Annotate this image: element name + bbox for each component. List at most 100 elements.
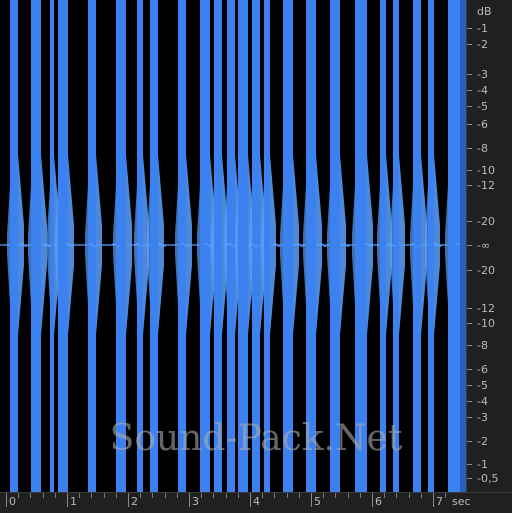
time-minor-tick	[165, 493, 166, 498]
db-tick	[467, 478, 472, 479]
db-label: -1	[477, 458, 488, 471]
db-label: -5	[477, 379, 488, 392]
db-label: -12	[477, 302, 495, 315]
time-minor-tick	[262, 493, 263, 498]
waveform-decay	[340, 155, 346, 335]
waveform-burst	[58, 0, 68, 492]
db-label: -12	[477, 179, 495, 192]
time-minor-tick	[274, 493, 275, 498]
time-minor-tick	[238, 493, 239, 498]
time-label: 6	[375, 495, 382, 508]
db-label: -2	[477, 38, 488, 51]
time-minor-tick	[348, 493, 349, 498]
time-unit-label: sec	[452, 495, 471, 508]
time-tick	[311, 493, 312, 507]
db-label: -20	[477, 264, 495, 277]
waveform-attack	[7, 185, 10, 305]
time-tick	[433, 493, 434, 507]
waveform-decay	[158, 155, 164, 335]
time-minor-tick	[30, 493, 31, 498]
waveform-burst	[31, 0, 41, 492]
time-ruler[interactable]: sec 0 1 2 3 4 5 6 7	[0, 492, 512, 513]
db-label: -4	[477, 395, 488, 408]
time-minor-tick	[201, 493, 202, 498]
audio-editor: dB -1 -2 -3 -4 -5 -6 -8 -10 -12 -20 -∞ -20 -12 -10 -8-…	[0, 0, 512, 513]
time-tick	[372, 493, 373, 507]
time-minor-tick	[104, 493, 105, 498]
time-minor-tick	[213, 493, 214, 498]
db-unit-label: dB	[477, 5, 492, 18]
db-tick	[467, 148, 472, 149]
waveform-canvas[interactable]	[0, 0, 466, 492]
waveform-burst	[306, 0, 316, 492]
time-minor-tick	[335, 493, 336, 498]
waveform-burst	[428, 0, 434, 492]
time-label: 2	[131, 495, 138, 508]
db-tick	[467, 245, 472, 246]
time-minor-tick	[360, 493, 361, 498]
db-tick	[467, 345, 472, 346]
waveform-attack	[445, 185, 448, 305]
waveform-burst	[178, 0, 186, 492]
db-label: -3	[477, 411, 488, 424]
waveform-attack	[377, 185, 380, 305]
db-tick	[467, 270, 472, 271]
waveform-burst	[238, 0, 248, 492]
db-label: -20	[477, 215, 495, 228]
time-minor-tick	[43, 493, 44, 498]
db-label: -8	[477, 142, 488, 155]
time-minor-tick	[140, 493, 141, 498]
waveform-burst	[355, 0, 367, 492]
db-tick	[467, 28, 472, 29]
time-tick	[6, 493, 7, 507]
time-minor-tick	[152, 493, 153, 498]
db-label: -8	[477, 339, 488, 352]
waveform-view[interactable]	[0, 0, 466, 492]
time-label: 0	[9, 495, 16, 508]
db-tick	[467, 441, 472, 442]
db-label: -6	[477, 118, 488, 131]
db-scale: dB -1 -2 -3 -4 -5 -6 -8 -10 -12 -20 -∞ -20 -12 -10 -8 -…	[466, 0, 512, 492]
db-tick	[467, 170, 472, 171]
waveform-burst	[283, 0, 293, 492]
db-label: -2	[477, 435, 488, 448]
waveform-attack	[147, 185, 150, 305]
db-tick	[467, 464, 472, 465]
time-minor-tick	[177, 493, 178, 498]
time-minor-tick	[396, 493, 397, 498]
time-minor-tick	[409, 493, 410, 498]
db-label: -10	[477, 164, 495, 177]
db-tick	[467, 221, 472, 222]
db-tick	[467, 90, 472, 91]
db-label: -∞	[477, 239, 491, 252]
waveform-attack	[327, 185, 330, 305]
db-tick	[467, 308, 472, 309]
waveform-burst	[10, 0, 18, 492]
time-tick	[128, 493, 129, 507]
waveform-burst	[330, 0, 340, 492]
waveform-attack	[197, 185, 200, 305]
db-tick	[467, 369, 472, 370]
waveform-attack	[425, 185, 428, 305]
db-tick	[467, 401, 472, 402]
time-minor-tick	[421, 493, 422, 498]
db-label: -10	[477, 317, 495, 330]
time-label: 3	[192, 495, 199, 508]
time-minor-tick	[323, 493, 324, 498]
time-minor-tick	[287, 493, 288, 498]
time-minor-tick	[445, 493, 446, 498]
time-minor-tick	[384, 493, 385, 498]
waveform-decay	[399, 155, 405, 335]
waveform-burst	[264, 0, 270, 492]
waveform-burst	[380, 0, 386, 492]
time-minor-tick	[18, 493, 19, 498]
db-tick	[467, 106, 472, 107]
time-tick	[67, 493, 68, 507]
db-tick	[467, 44, 472, 45]
waveform-attack	[352, 185, 355, 305]
time-minor-tick	[226, 493, 227, 498]
time-minor-tick	[116, 493, 117, 498]
time-minor-tick	[79, 493, 80, 498]
waveform-attack	[28, 185, 31, 305]
db-label: -4	[477, 84, 488, 97]
